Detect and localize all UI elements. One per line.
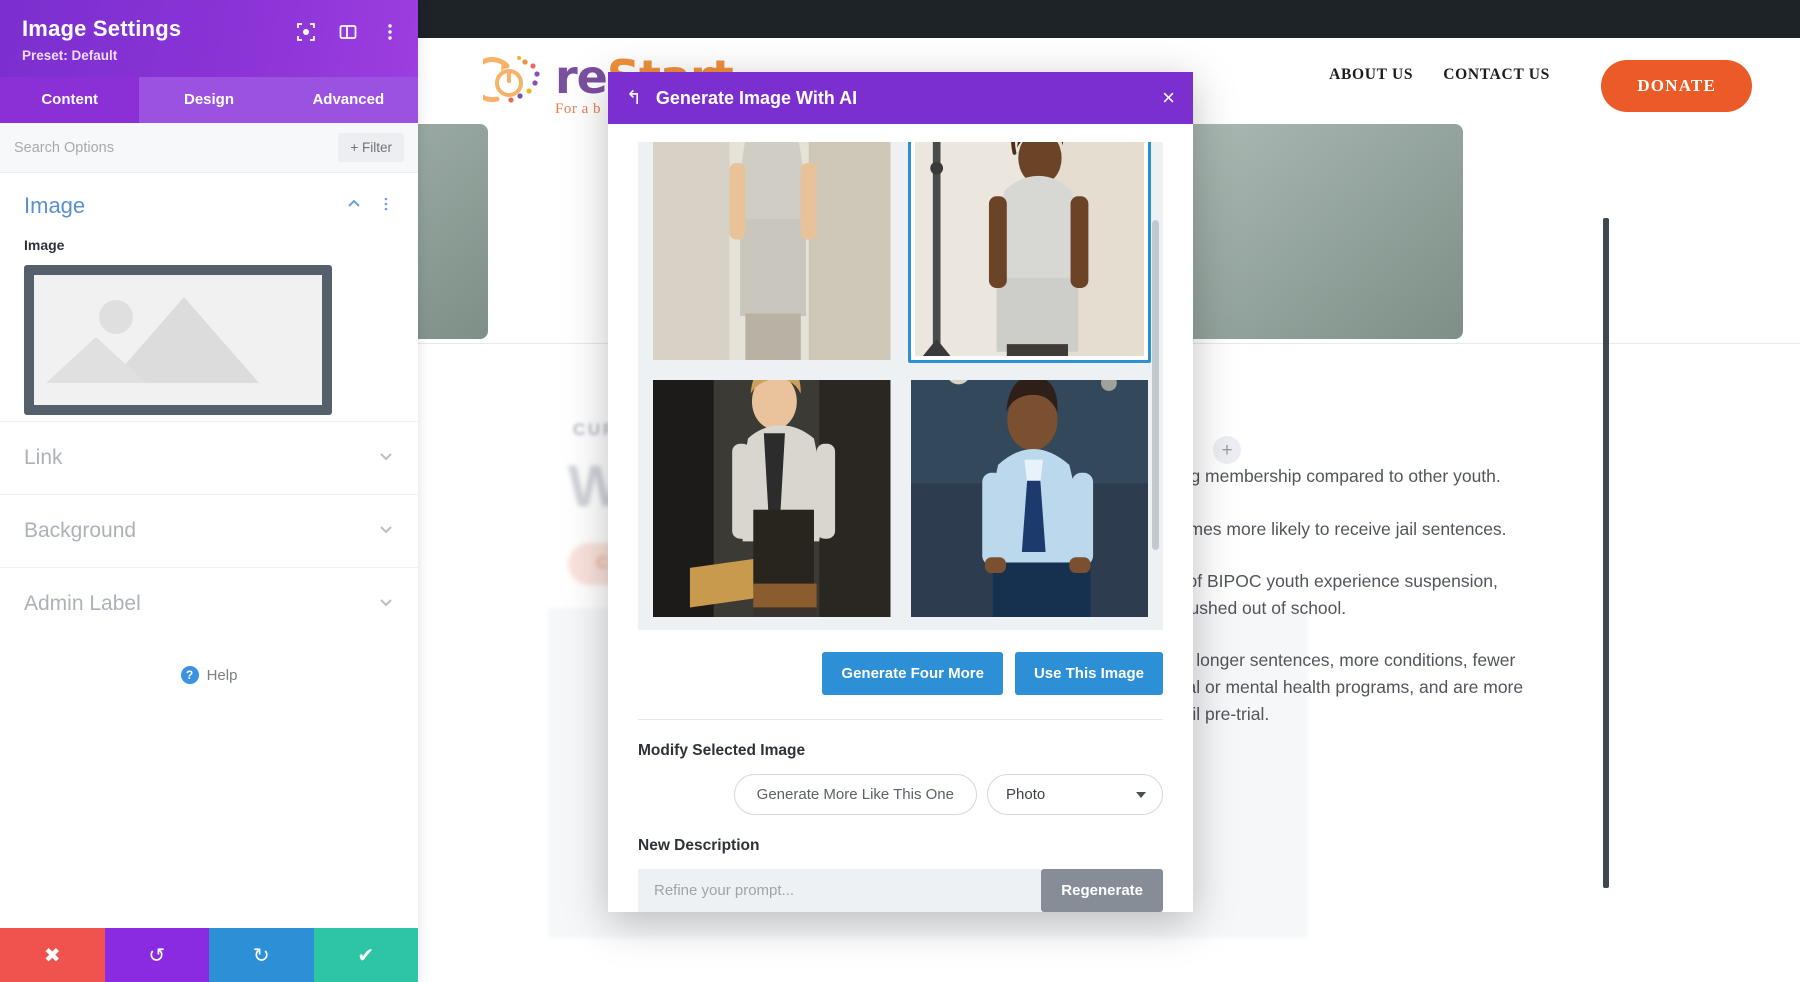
image-placeholder-icon [34,275,322,405]
prompt-input[interactable] [638,869,1042,912]
chevron-up-icon[interactable] [346,196,362,217]
logo-word-part1: re [555,50,608,104]
wp-admin-bar [418,0,1800,38]
prompt-row: Regenerate [638,869,1163,912]
image-field-label: Image [24,237,65,253]
nav-item-contact-us[interactable]: CONTACT US [1443,66,1550,84]
more-vertical-icon[interactable] [378,196,394,217]
chevron-down-icon [1136,791,1146,798]
question-mark-icon: ? [180,666,199,684]
results-grid [650,142,1151,620]
section-image-controls [346,196,394,217]
card-image-left [418,124,488,339]
section-image: Image Image [0,173,418,421]
back-arrow-icon[interactable]: ↰ [626,89,642,108]
help-link[interactable]: ? Help [0,640,418,710]
site-navigation: ABOUT US CONTACT US [1329,66,1550,84]
modal-body: Generate Four More Use This Image Modify… [608,124,1193,912]
close-icon[interactable]: × [1162,87,1175,109]
generated-photo [910,380,1148,617]
generation-actions: Generate Four More Use This Image [638,630,1163,719]
panel-tabs: Content Design Advanced [0,77,418,123]
tab-advanced[interactable]: Advanced [279,77,418,123]
generated-photo [914,142,1144,356]
generate-image-modal: ↰ Generate Image With AI × Generate Four… [608,72,1193,912]
undo-button[interactable]: ↺ [104,928,209,982]
help-label: Help [206,666,238,684]
result-thumbnail[interactable] [650,377,894,620]
focus-icon[interactable] [296,22,316,42]
section-image-header[interactable]: Image [24,193,394,219]
filter-button[interactable]: + Filter [338,133,404,162]
search-options-row: + Filter [0,123,418,173]
modal-divider [638,719,1163,720]
results-grid-container [638,142,1163,631]
result-thumbnail[interactable] [908,377,1152,620]
panel-preset-selector[interactable]: Preset: Default [22,48,396,63]
new-description-label: New Description [638,837,760,854]
screen-root: reStart For a b ABOUT US CONTACT US DONA… [0,0,1800,982]
section-image-title: Image [24,193,86,218]
chevron-down-icon [378,521,394,542]
modify-controls-row: Generate More Like This One Photo [638,774,1163,815]
panel-header: Image Settings Preset: Default [0,0,418,77]
add-module-button[interactable]: + [1213,436,1241,464]
generate-four-more-button[interactable]: Generate Four More [822,652,1003,696]
more-vertical-icon[interactable] [380,22,400,42]
modify-selected-image-label: Modify Selected Image [638,742,806,759]
redo-button[interactable]: ↻ [209,928,314,982]
image-upload-preview[interactable] [24,265,332,415]
modal-header: ↰ Generate Image With AI × [608,72,1193,124]
generate-more-like-this-button[interactable]: Generate More Like This One [733,774,977,815]
image-settings-panel: Image Settings Preset: Default Content D… [0,0,418,982]
nav-item-about-us[interactable]: ABOUT US [1329,66,1413,84]
donate-button[interactable]: DONATE [1601,60,1752,112]
chevron-down-icon [378,448,394,469]
panel-body: Image Image Link Background Admin Label … [0,173,418,928]
use-this-image-button[interactable]: Use This Image [1014,652,1163,696]
modal-title: Generate Image With AI [655,87,858,108]
section-admin-label-title: Admin Label [24,592,141,615]
image-style-select[interactable]: Photo [987,774,1163,815]
search-input[interactable] [14,139,339,156]
tab-design[interactable]: Design [139,77,278,123]
panel-action-bar: ✖ ↺ ↻ ✔ [0,928,418,982]
panel-header-icons [296,22,400,42]
layout-columns-icon[interactable] [338,22,358,42]
chevron-down-icon [378,594,394,615]
restart-power-icon [469,52,549,114]
image-style-value: Photo [1006,786,1046,803]
generated-photo [653,380,891,617]
results-scrollbar[interactable] [1152,220,1159,550]
save-button[interactable]: ✔ [313,928,418,982]
section-background-title: Background [24,519,137,542]
page-edge-rule [1603,218,1609,888]
cancel-button[interactable]: ✖ [0,928,105,982]
section-admin-label[interactable]: Admin Label [0,567,418,640]
section-link[interactable]: Link [0,421,418,494]
result-thumbnail-selected[interactable] [907,142,1151,363]
filter-button-label: Filter [362,140,392,155]
generated-photo [653,142,891,360]
regenerate-button[interactable]: Regenerate [1041,869,1163,912]
section-link-title: Link [24,446,63,469]
tab-content[interactable]: Content [0,77,140,123]
section-background[interactable]: Background [0,494,418,567]
plus-icon: + [350,140,359,155]
result-thumbnail[interactable] [650,142,894,363]
